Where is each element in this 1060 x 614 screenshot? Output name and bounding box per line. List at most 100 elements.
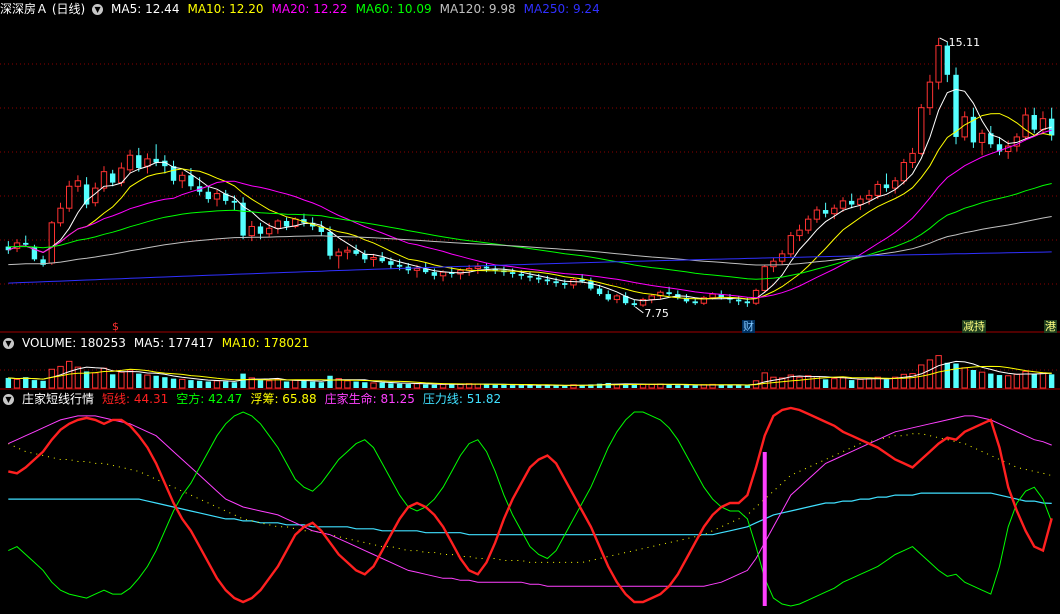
candle-body [527,275,533,278]
candle-body [66,185,73,209]
volume-bar [535,385,542,388]
candle-body [978,132,986,143]
event-marker-2[interactable]: 减持 [962,320,986,333]
candle-body [909,152,916,164]
volume-collapse-icon[interactable]: ▼ [3,338,14,349]
volume-bar [153,375,159,388]
volume-bar [257,380,264,388]
candle-body [796,229,803,237]
volume-bar [857,378,864,389]
volume-bar [213,380,221,389]
candle-body [891,180,899,189]
volume-bar [396,383,403,388]
candle-body [857,198,864,206]
candle-body [744,301,751,304]
volume-bar [136,373,142,388]
candle-body [144,158,151,167]
volume-bar [831,378,838,389]
candle-body [431,272,438,276]
event-marker-1[interactable]: 财 [742,320,755,333]
period-label: (日线) [51,2,86,16]
volume-bar [865,378,873,389]
indicator-labels: 短线: 44.31 空方: 42.47 浮筹: 65.88 庄家生命: 81.25 压力… [102,392,509,406]
volume-bar [492,384,498,388]
candle-body [631,303,638,306]
label-1: 空方: 42.47 [176,392,243,406]
volume-bar [431,384,438,388]
candle-body [935,45,942,83]
label-0: VOLUME: 180253 [22,336,126,350]
volume-bar [13,378,21,389]
candle-body [588,281,594,289]
candle-body [109,173,116,183]
event-marker-3[interactable]: 港 [1044,320,1057,333]
volume-bar [48,368,56,389]
volume-bar [170,378,177,388]
volume-bar [457,383,464,389]
candle-body [188,175,194,187]
stock-chart[interactable]: 15.11 7.75 [0,0,1060,614]
candle-body [457,269,464,275]
candle-body [805,218,812,231]
volume-bar [648,383,655,389]
high-price-label: 15.11 [949,36,981,49]
price-collapse-icon[interactable]: ▼ [92,4,104,15]
candle-body [231,200,238,203]
label-4: 压力线: 51.82 [422,392,502,406]
volume-bar [231,382,238,388]
volume-bar [413,383,421,389]
candle-body [518,273,525,276]
bearish-line [8,411,1053,607]
event-marker-0[interactable]: $ [111,320,120,333]
volume-bar [422,384,429,388]
ma10-line [8,113,1052,300]
volume-bar [1039,372,1047,389]
candle-body [213,193,221,200]
label-2: MA10: 178021 [221,336,310,350]
indicator-collapse-icon[interactable]: ▼ [3,394,14,405]
volume-bar [518,385,525,388]
candle-body [257,226,264,234]
ma120-line [8,216,1052,266]
volume-bar [675,385,681,388]
indicator-lines [8,406,1053,607]
candle-body [535,277,542,280]
volume-bar [1031,373,1037,388]
candle-body [344,249,351,253]
volume-bar [727,385,733,388]
volume-bar [265,380,273,389]
volume-bar [692,385,698,388]
candle-body [865,194,873,200]
stock-name-text: 深深房Ａ [0,2,49,16]
candle-body [248,225,255,237]
candle-body [48,222,56,264]
candle-body [23,242,29,245]
volume-bar [353,381,359,388]
pressure-line [8,492,1052,536]
candle-body [926,81,934,109]
candle-body [874,183,881,196]
volume-bar [40,380,46,388]
candle-body [918,107,925,154]
volume-bar [501,384,507,388]
signal-bar [762,452,767,606]
label-2: MA20: 12.22 [271,2,348,16]
volume-bar [996,375,1003,388]
candle-body [335,251,342,257]
volume-bar [735,385,742,388]
indicator-title: 庄家短线行情 [22,392,95,406]
low-pointer [635,306,644,314]
volume-bar [839,377,847,389]
candle-body [474,266,482,269]
candle-body [396,264,403,267]
volume-bar [74,366,82,389]
stock-name[interactable]: 深深房Ａ (日线) [0,2,85,16]
volume-bar [379,382,385,388]
volume-bar [283,381,290,388]
volume-bar [978,371,986,389]
candle-body [483,266,490,269]
volume-bar [761,372,768,389]
volume-bar [883,379,890,388]
volume-bar [118,371,125,389]
volume-bar [805,375,812,389]
